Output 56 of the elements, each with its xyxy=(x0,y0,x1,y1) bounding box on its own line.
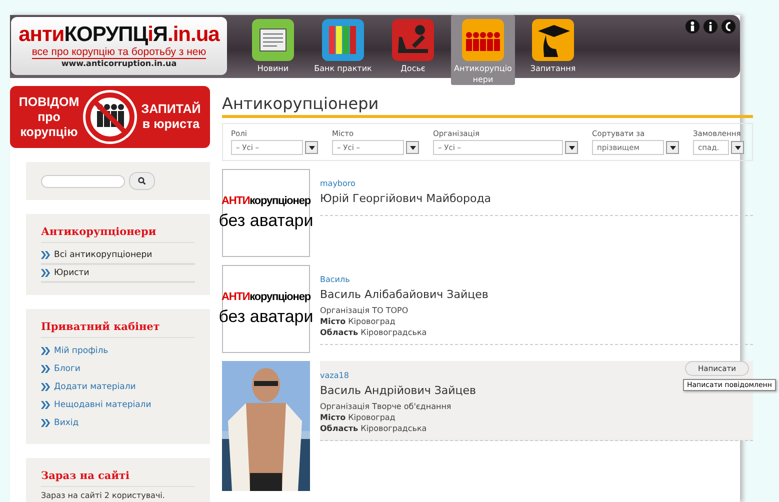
logo-tagline: все про корупцію та боротьбу з нею xyxy=(32,46,206,59)
dropdown-icon[interactable] xyxy=(305,141,318,154)
username-link[interactable]: Василь xyxy=(320,275,350,284)
dossier-icon xyxy=(392,19,434,61)
member-detail: Область Кіровоградська xyxy=(320,423,428,434)
folders-icon xyxy=(322,19,364,61)
info-icon[interactable] xyxy=(703,19,718,34)
panel-title: Приватний кабінет xyxy=(41,321,195,338)
site-logo[interactable]: антиКОРУПЦіЯ.in.ua xyxy=(18,24,220,46)
chevron-icon xyxy=(41,269,50,277)
member-detail: Місто Кіровоград xyxy=(320,316,396,327)
member-name[interactable]: Юрій Георгійович Майборода xyxy=(320,192,753,205)
search-field[interactable] xyxy=(41,174,125,188)
search-icon xyxy=(138,177,146,185)
member-detail: Місто Кіровоград xyxy=(320,412,396,423)
sidebar-link[interactable]: Нещодавні матеріали xyxy=(54,400,152,410)
dropdown-icon[interactable] xyxy=(666,141,679,154)
site-url: www.anticorruption.in.ua xyxy=(61,59,177,68)
chevron-icon xyxy=(41,251,50,259)
report-banner[interactable]: ПОВІДОМ про корупцію ЗАПИТАЙ в юриста xyxy=(10,86,210,148)
sidebar-link[interactable]: Мій профіль xyxy=(54,346,108,356)
prohibited-people-icon xyxy=(82,89,138,145)
graduate-icon xyxy=(532,19,574,61)
chevron-icon xyxy=(41,383,50,391)
dropdown-icon[interactable] xyxy=(731,141,744,154)
panel-title: Антикорупціонери xyxy=(41,226,195,243)
chevron-icon xyxy=(41,365,50,373)
sidebar-link[interactable]: Всі антикорупціонери xyxy=(54,250,152,260)
nav-tab[interactable]: Новини xyxy=(241,15,305,77)
sidebar-link[interactable]: Вихід xyxy=(54,418,79,428)
chevron-icon xyxy=(41,401,50,409)
nav-tab[interactable]: Антикорупціо нери xyxy=(451,15,515,85)
username-link[interactable]: vaza18 xyxy=(320,371,349,380)
people-icon xyxy=(462,19,504,61)
member-detail: Організація ТО ТОРО xyxy=(320,305,410,316)
dropdown-icon[interactable] xyxy=(565,141,578,154)
sidebar-link[interactable]: Блоги xyxy=(54,364,80,374)
sidebar-link[interactable]: Додати матеріали xyxy=(54,382,136,392)
no-avatar-image: АНТИкорупціонер без аватари xyxy=(222,169,310,257)
member-name[interactable]: Василь Алібабайович Зайцев xyxy=(320,288,753,301)
nav-tab[interactable]: Банк практик xyxy=(311,15,375,77)
member-detail: Область Кіровоградська xyxy=(320,327,428,338)
chevron-icon xyxy=(41,419,50,427)
dropdown-icon[interactable] xyxy=(406,141,419,154)
username-link[interactable]: mayboro xyxy=(320,179,356,188)
sidebar-link[interactable]: Юристи xyxy=(54,268,90,278)
no-avatar-image: АНТИкорупціонер без аватари xyxy=(222,265,310,353)
search-button[interactable] xyxy=(129,172,155,190)
page-title: Антикорупціонери xyxy=(222,94,753,118)
panel-title: Зараз на сайті xyxy=(41,470,195,487)
online-users-text: Зараз на сайті 2 користувачі. xyxy=(41,491,166,500)
nav-tab[interactable]: Запитання xyxy=(521,15,585,77)
chevron-icon xyxy=(41,347,50,355)
nav-tab[interactable]: Досьє xyxy=(381,15,445,77)
member-detail: Організація Творче об'єднання xyxy=(320,401,452,412)
news-icon xyxy=(252,19,294,61)
